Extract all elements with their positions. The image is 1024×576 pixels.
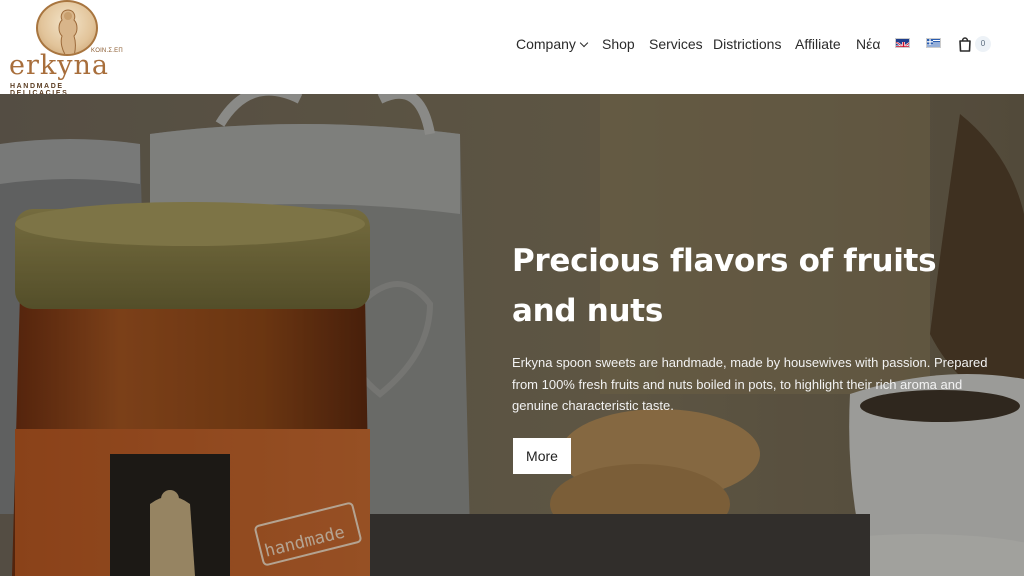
greek-flag-icon[interactable] bbox=[926, 38, 941, 48]
nav-item-affiliate[interactable]: Affiliate bbox=[795, 34, 841, 54]
erkyna-logo[interactable]: KOIN.Σ.ΕΠ erkyna HANDMADE DELICACIES bbox=[6, 0, 124, 97]
site-header: KOIN.Σ.ΕΠ erkyna HANDMADE DELICACIES Com… bbox=[0, 0, 1024, 97]
cart-count-badge: 0 bbox=[975, 36, 991, 52]
nav-item-company[interactable]: Company bbox=[516, 34, 589, 54]
english-flag-icon[interactable] bbox=[895, 38, 910, 48]
logo-wordmark: erkyna bbox=[9, 50, 109, 81]
nav-item-shop[interactable]: Shop bbox=[602, 34, 635, 54]
hero-description: Erkyna spoon sweets are handmade, made b… bbox=[512, 355, 988, 413]
cart-button[interactable]: 0 bbox=[957, 34, 993, 54]
nav-item-label: Company bbox=[516, 36, 576, 52]
nav-item-services[interactable]: Services bbox=[649, 34, 703, 54]
hero-title: Precious flavors of fruits and nuts bbox=[512, 243, 937, 329]
logo-emblem bbox=[36, 0, 98, 56]
more-button[interactable]: More bbox=[513, 438, 571, 474]
cart-icon bbox=[959, 37, 971, 52]
nav-item-news[interactable]: Νέα bbox=[856, 34, 880, 54]
chevron-down-icon bbox=[579, 38, 589, 48]
nav-item-districtions[interactable]: Districtions bbox=[713, 34, 781, 54]
